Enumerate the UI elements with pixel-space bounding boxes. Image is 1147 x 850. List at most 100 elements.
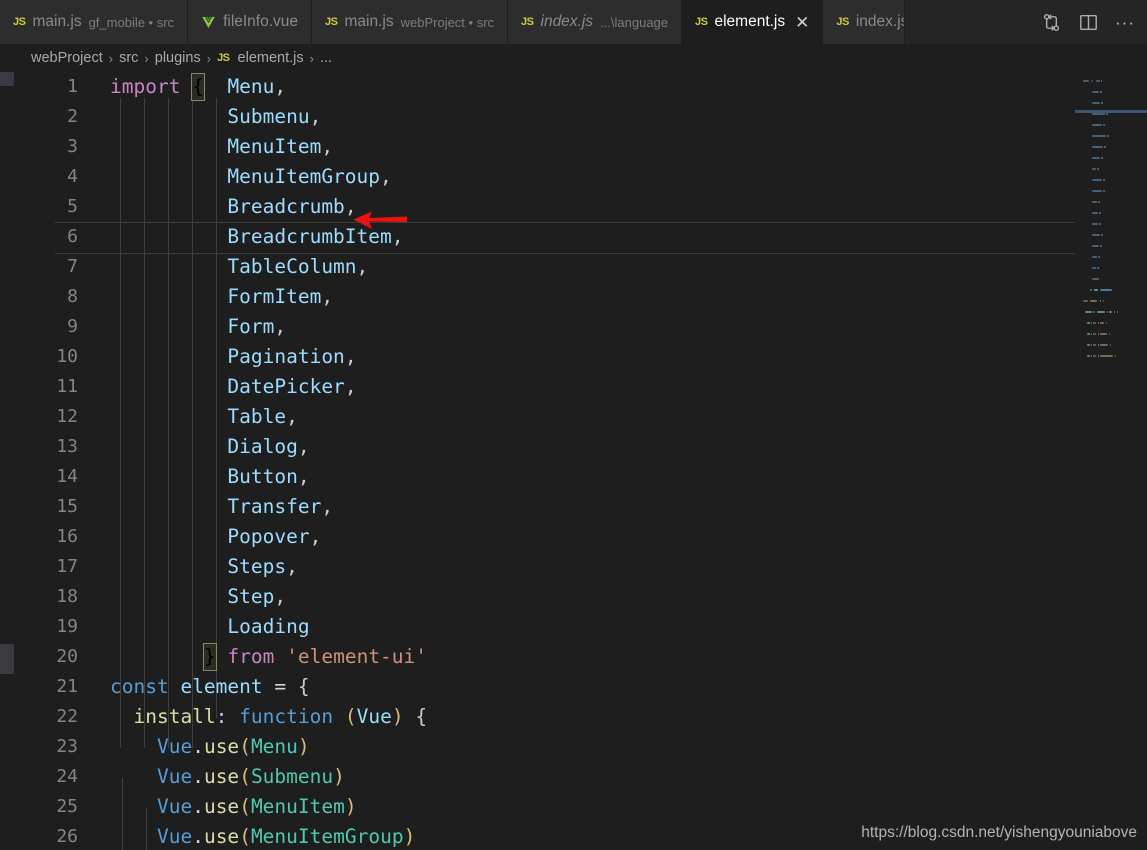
code-line-12[interactable]: 12 Table, bbox=[0, 402, 1075, 432]
code-token: ) bbox=[344, 795, 357, 818]
minimap-line-segment bbox=[1097, 267, 1099, 269]
minimap-line-segment bbox=[1097, 168, 1099, 170]
minimap-line-segment bbox=[1092, 256, 1097, 258]
code-token: Loading bbox=[110, 615, 310, 638]
breadcrumb-item-elementjs[interactable]: element.js bbox=[238, 50, 304, 66]
code-token: : bbox=[215, 705, 228, 728]
code-content[interactable]: 1 import { Menu, 2 Submenu, 3 MenuItem, 4 Me… bbox=[0, 72, 1075, 850]
minimap-line-segment bbox=[1093, 344, 1097, 346]
code-line-4[interactable]: 4 MenuItemGroup, bbox=[0, 162, 1075, 192]
code-token: 'element-ui' bbox=[286, 645, 428, 668]
minimap-line-segment bbox=[1083, 80, 1089, 82]
code-line-7[interactable]: 7 TableColumn, bbox=[0, 252, 1075, 282]
code-token: { bbox=[297, 675, 310, 698]
minimap-line-segment bbox=[1108, 333, 1110, 335]
code-token: use bbox=[203, 825, 240, 848]
code-line-8[interactable]: 8 FormItem, bbox=[0, 282, 1075, 312]
code-token: , bbox=[356, 255, 369, 278]
code-token: function bbox=[239, 705, 334, 728]
breadcrumb-separator: › bbox=[108, 50, 114, 66]
line-code: Dialog, bbox=[110, 432, 309, 462]
code-token: TableColumn bbox=[110, 255, 357, 278]
editor-area[interactable]: 1 import { Menu, 2 Submenu, 3 MenuItem, 4 Me… bbox=[0, 72, 1147, 850]
code-line-18[interactable]: 18 Step, bbox=[0, 582, 1075, 612]
breadcrumb-item-webproject[interactable]: webProject bbox=[31, 50, 103, 66]
minimap-line-segment bbox=[1109, 344, 1111, 346]
tab-label: index.js bbox=[855, 13, 906, 30]
breadcrumb-item-[interactable]: ... bbox=[320, 50, 332, 66]
code-line-14[interactable]: 14 Button, bbox=[0, 462, 1075, 492]
minimap-line-segment bbox=[1093, 322, 1097, 324]
editor-tab-index-js-3[interactable]: JS index.js ...\language bbox=[508, 0, 683, 44]
code-line-19[interactable]: 19 Loading bbox=[0, 612, 1075, 642]
code-line-1[interactable]: 1 import { Menu, bbox=[0, 72, 1075, 102]
js-file-icon: JS bbox=[521, 16, 534, 28]
editor-tab-element-js-4[interactable]: JS element.js ✕ bbox=[682, 0, 824, 44]
code-line-20[interactable]: 20 } from 'element-ui' bbox=[0, 642, 1075, 672]
code-token: Pagination bbox=[110, 345, 345, 368]
bracket-match: } bbox=[202, 643, 217, 671]
more-actions-icon[interactable]: ··· bbox=[1115, 14, 1135, 31]
code-token: Steps bbox=[110, 555, 287, 578]
line-number: 20 bbox=[56, 646, 78, 667]
line-number: 25 bbox=[56, 796, 78, 817]
code-line-10[interactable]: 10 Pagination, bbox=[0, 342, 1075, 372]
code-line-16[interactable]: 16 Popover, bbox=[0, 522, 1075, 552]
code-line-15[interactable]: 15 Transfer, bbox=[0, 492, 1075, 522]
code-line-13[interactable]: 13 Dialog, bbox=[0, 432, 1075, 462]
code-token: const bbox=[110, 675, 169, 698]
code-token: ) bbox=[403, 825, 416, 848]
code-token: Table bbox=[110, 405, 287, 428]
compare-changes-icon[interactable] bbox=[1041, 12, 1062, 33]
line-number: 3 bbox=[67, 136, 78, 157]
code-token: , bbox=[286, 555, 298, 578]
code-line-6[interactable]: 6 BreadcrumbItem, bbox=[0, 222, 1075, 254]
tab-close-icon[interactable]: ✕ bbox=[795, 14, 809, 31]
tab-label: main.js bbox=[344, 13, 394, 30]
minimap-line-segment bbox=[1097, 344, 1100, 346]
minimap-line-segment bbox=[1106, 113, 1108, 115]
editor-tab-main-js-2[interactable]: JS main.js webProject • src bbox=[312, 0, 509, 44]
code-token: ) bbox=[391, 705, 404, 728]
minimap-line-segment bbox=[1092, 201, 1097, 203]
breadcrumb-item-plugins[interactable]: plugins bbox=[155, 50, 201, 66]
code-line-24[interactable]: 24 Vue.use(Submenu) bbox=[0, 762, 1075, 792]
minimap[interactable] bbox=[1075, 72, 1147, 850]
line-code: Vue.use(Submenu) bbox=[110, 762, 345, 792]
line-code: install: function (Vue) { bbox=[110, 702, 427, 732]
minimap-slider[interactable] bbox=[1075, 110, 1147, 113]
breadcrumb-item-src[interactable]: src bbox=[119, 50, 138, 66]
editor-tab-fileInfo-vue-1[interactable]: fileInfo.vue bbox=[188, 0, 313, 44]
code-token: BreadcrumbItem bbox=[110, 225, 392, 248]
minimap-line-segment bbox=[1099, 223, 1101, 225]
line-code: Step, bbox=[110, 582, 286, 612]
code-line-3[interactable]: 3 MenuItem, bbox=[0, 132, 1075, 162]
line-number: 19 bbox=[56, 616, 78, 637]
code-line-21[interactable]: 21 const element = { bbox=[0, 672, 1075, 702]
minimap-line-segment bbox=[1092, 91, 1099, 93]
code-line-9[interactable]: 9 Form, bbox=[0, 312, 1075, 342]
editor-tab-main-js-0[interactable]: JS main.js gf_mobile • src bbox=[0, 0, 189, 44]
code-line-23[interactable]: 23 Vue.use(Menu) bbox=[0, 732, 1075, 762]
code-line-11[interactable]: 11 DatePicker, bbox=[0, 372, 1075, 402]
code-line-25[interactable]: 25 Vue.use(MenuItem) bbox=[0, 792, 1075, 822]
minimap-line-segment bbox=[1113, 311, 1115, 313]
line-number: 14 bbox=[56, 466, 78, 487]
code-line-22[interactable]: 22 install: function (Vue) { bbox=[0, 702, 1075, 732]
line-number: 7 bbox=[67, 256, 78, 277]
code-line-17[interactable]: 17 Steps, bbox=[0, 552, 1075, 582]
line-code: Submenu, bbox=[110, 102, 321, 132]
code-line-5[interactable]: 5 Breadcrumb, bbox=[0, 192, 1075, 222]
editor-tab-index-js-5[interactable]: JS index.js bbox=[823, 0, 906, 44]
line-code: } from 'element-ui' bbox=[110, 642, 427, 672]
code-line-2[interactable]: 2 Submenu, bbox=[0, 102, 1075, 132]
line-code: Steps, bbox=[110, 552, 298, 582]
line-number: 9 bbox=[67, 316, 78, 337]
code-token: , bbox=[274, 75, 287, 98]
code-token: Menu bbox=[227, 75, 275, 98]
code-token: Breadcrumb bbox=[110, 195, 345, 218]
split-editor-icon[interactable] bbox=[1078, 12, 1099, 33]
